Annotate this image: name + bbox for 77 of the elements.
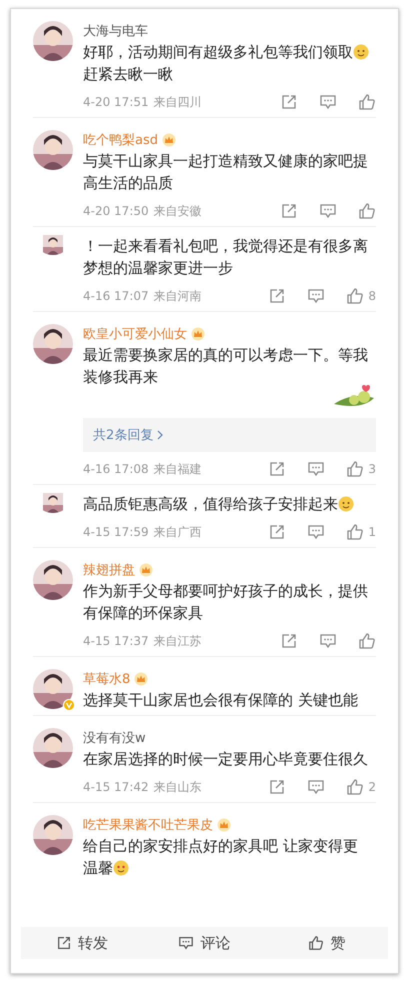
chevron-icon xyxy=(157,430,164,440)
crown-icon xyxy=(217,818,231,832)
action-button[interactable]: 转发 xyxy=(21,927,144,959)
user-name[interactable]: 吃芒果果酱不吐芒果皮 xyxy=(83,816,213,834)
action-button[interactable]: 评论 xyxy=(143,927,266,959)
like-icon[interactable] xyxy=(358,93,376,111)
comment-text: 选择莫干山家居也会很有保障的 关键也能 xyxy=(83,690,358,711)
emoji-icon xyxy=(353,44,369,60)
comment-icon[interactable] xyxy=(307,287,326,305)
comment-icon[interactable] xyxy=(319,202,337,220)
comment-text: 作为新手父母都要呵护好孩子的成长，提供有保障的环保家具 xyxy=(83,581,369,624)
crown-icon xyxy=(191,327,205,341)
replies-link[interactable]: 共2条回复 xyxy=(83,418,376,452)
comment-location: 来自安徽 xyxy=(154,202,202,220)
comment-time: 4-15 17:59 xyxy=(83,525,149,539)
like-count: 8 xyxy=(368,289,376,303)
action-label: 评论 xyxy=(200,934,230,952)
comment-location: 来自四川 xyxy=(154,94,202,110)
comment-text: 与莫干山家具一起打造精致又健康的家吧提高生活的品质 xyxy=(83,151,369,194)
like-icon[interactable] xyxy=(358,632,376,650)
comment-text: 温馨 xyxy=(83,858,113,879)
share-icon[interactable] xyxy=(280,93,298,111)
comment-icon xyxy=(178,935,194,951)
comment-location: 来自江苏 xyxy=(154,632,202,650)
crown-icon xyxy=(162,133,176,147)
emoji-icon xyxy=(338,496,354,512)
like-icon[interactable] xyxy=(346,460,364,478)
comment-text: 好耶，活动期间有超级多礼包等我们领取 xyxy=(83,42,353,63)
like-icon[interactable] xyxy=(358,202,376,220)
comment-icon[interactable] xyxy=(307,778,326,796)
user-name[interactable]: 草莓水8 xyxy=(83,670,130,688)
comment-time: 4-16 17:07 xyxy=(83,289,149,303)
comment-location: 来自广西 xyxy=(154,524,202,540)
like-icon[interactable] xyxy=(346,523,364,541)
user-name[interactable]: 大海与电车 xyxy=(83,22,148,40)
user-name[interactable]: 辣翅拼盘 xyxy=(83,561,135,579)
verified-badge-icon xyxy=(63,699,75,711)
like-icon xyxy=(308,935,324,951)
comment-icon[interactable] xyxy=(319,632,337,650)
crown-icon xyxy=(139,563,153,577)
comment-time: 4-20 17:50 xyxy=(83,204,149,218)
share-icon[interactable] xyxy=(280,202,298,220)
comment-text: 最近需要换家居的真的可以考虑一下。等我装修我再来 xyxy=(83,345,369,388)
comment-text: 高品质钜惠高级，值得给孩子安排起来 xyxy=(83,494,338,515)
comment-text: 赶紧去瞅一瞅 xyxy=(83,64,173,85)
share-icon[interactable] xyxy=(280,632,298,650)
crown-icon xyxy=(134,672,148,686)
user-name[interactable]: 欧皇小可爱小仙女 xyxy=(83,325,187,343)
like-count: 1 xyxy=(368,525,376,539)
share-icon xyxy=(56,935,72,951)
share-icon[interactable] xyxy=(268,287,286,305)
comment-text: 给自己的家安排点好的家具吧 让家变得更 xyxy=(83,836,358,857)
share-icon[interactable] xyxy=(268,523,286,541)
share-icon[interactable] xyxy=(268,778,286,796)
action-label: 赞 xyxy=(330,934,346,952)
comment-location: 来自山东 xyxy=(154,778,202,796)
user-name[interactable]: 吃个鸭梨asd xyxy=(83,131,158,149)
emoji-icon xyxy=(113,860,129,876)
comment-icon[interactable] xyxy=(307,523,326,541)
comment-text: ！一起来看看礼包吧，我觉得还是有很多离梦想的温馨家更进一步 xyxy=(83,236,369,279)
like-count: 3 xyxy=(368,462,376,476)
comment-time: 4-15 17:37 xyxy=(83,634,149,648)
comment-icon[interactable] xyxy=(307,460,326,478)
comment-time: 4-16 17:08 xyxy=(83,462,149,476)
comment-time: 4-15 17:42 xyxy=(83,780,149,794)
share-icon[interactable] xyxy=(268,460,286,478)
like-icon[interactable] xyxy=(346,778,364,796)
like-count: 2 xyxy=(368,780,376,794)
like-icon[interactable] xyxy=(346,287,364,305)
action-label: 转发 xyxy=(78,934,108,952)
user-name[interactable]: 没有有没w xyxy=(83,729,146,747)
action-button[interactable]: 赞 xyxy=(266,927,388,959)
comment-time: 4-20 17:51 xyxy=(83,95,149,109)
comment-icon[interactable] xyxy=(319,93,337,111)
comment-location: 来自福建 xyxy=(154,460,202,478)
comment-text: 在家居选择的时候一定要用心毕竟要住很久 xyxy=(83,749,368,770)
comment-location: 来自河南 xyxy=(154,288,202,304)
